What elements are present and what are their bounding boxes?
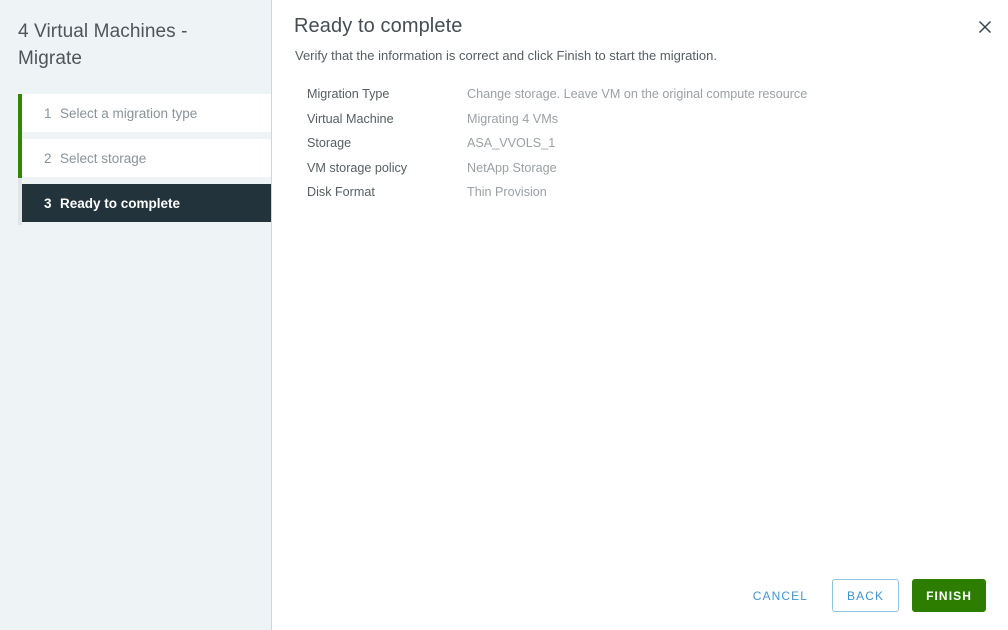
step-number: 1 [44,105,52,121]
cancel-button[interactable]: CANCEL [741,581,820,611]
detail-row-migration-type: Migration Type Change storage. Leave VM … [307,82,984,107]
detail-value: Change storage. Leave VM on the original… [467,87,808,102]
migrate-wizard-dialog: 4 Virtual Machines - Migrate 1 Select a … [0,0,1008,630]
detail-value: ASA_VVOLS_1 [467,136,556,151]
detail-row-storage: Storage ASA_VVOLS_1 [307,131,984,156]
close-button[interactable] [974,16,996,38]
wizard-main-panel: Ready to complete Verify that the inform… [272,0,1008,630]
detail-label: Disk Format [307,185,375,200]
page-title: Ready to complete [294,15,463,37]
detail-label: Virtual Machine [307,111,394,126]
summary-details-table: Migration Type Change storage. Leave VM … [307,82,984,205]
step-label: Select storage [60,150,147,166]
detail-label: Storage [307,136,352,151]
finish-button[interactable]: FINISH [912,579,986,612]
step-label: Select a migration type [60,105,198,121]
sidebar-step-select-a-migration-type[interactable]: 1 Select a migration type [22,94,271,132]
wizard-step-list: 1 Select a migration type 2 Select stora… [0,94,271,225]
sidebar-step-ready-to-complete[interactable]: 3 Ready to complete [22,184,271,222]
detail-value: Migrating 4 VMs [467,111,558,126]
wizard-sidebar: 4 Virtual Machines - Migrate 1 Select a … [0,0,272,630]
detail-row-vm-storage-policy: VM storage policy NetApp Storage [307,156,984,181]
detail-value: Thin Provision [467,185,547,200]
detail-row-disk-format: Disk Format Thin Provision [307,180,984,205]
close-icon [979,21,991,33]
detail-label: VM storage policy [307,160,408,175]
back-button[interactable]: BACK [831,579,900,612]
step-label: Ready to complete [60,195,181,211]
wizard-footer: CANCEL BACK FINISH [741,579,986,612]
detail-label: Migration Type [307,87,390,102]
detail-value: NetApp Storage [467,160,557,175]
step-number: 3 [44,195,52,211]
detail-row-virtual-machine: Virtual Machine Migrating 4 VMs [307,107,984,132]
wizard-title: 4 Virtual Machines - Migrate [18,21,188,69]
page-subtitle: Verify that the information is correct a… [295,48,717,63]
step-number: 2 [44,150,52,166]
sidebar-step-select-storage[interactable]: 2 Select storage [22,139,271,177]
